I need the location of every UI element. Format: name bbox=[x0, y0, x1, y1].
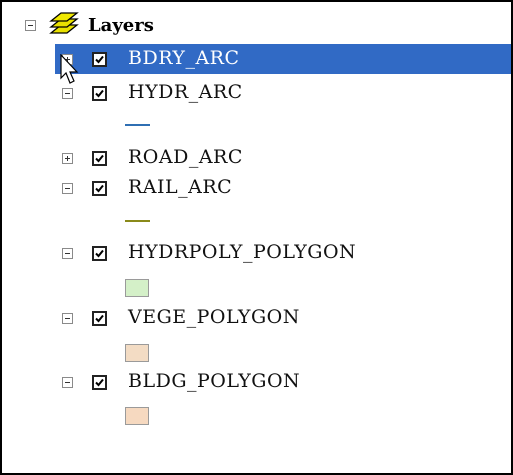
layer-row-road-arc[interactable]: ROAD_ARC bbox=[55, 143, 511, 173]
line-symbol-swatch bbox=[125, 220, 150, 222]
table-of-contents-panel: Layers BDRY_ARC HYDR_ARC ROAD_ARC RAIL_A… bbox=[0, 0, 513, 475]
visibility-checkbox[interactable] bbox=[92, 151, 107, 166]
collapse-icon[interactable] bbox=[62, 377, 73, 388]
collapse-icon[interactable] bbox=[62, 183, 73, 194]
layer-label: HYDR_ARC bbox=[128, 81, 243, 103]
layer-row-rail-arc[interactable]: RAIL_ARC bbox=[55, 173, 511, 203]
mouse-pointer-icon bbox=[60, 53, 80, 90]
line-symbol-swatch bbox=[125, 124, 150, 126]
layer-label: HYDRPOLY_POLYGON bbox=[128, 241, 357, 263]
root-label: Layers bbox=[88, 15, 154, 36]
fill-symbol-swatch bbox=[125, 344, 149, 362]
expand-icon[interactable] bbox=[62, 153, 73, 164]
layer-row-hydrpoly-polygon[interactable]: HYDRPOLY_POLYGON bbox=[55, 238, 511, 268]
layers-stack-icon bbox=[47, 11, 81, 43]
visibility-checkbox[interactable] bbox=[92, 246, 107, 261]
collapse-icon[interactable] bbox=[62, 313, 73, 324]
layer-label: RAIL_ARC bbox=[128, 176, 233, 198]
layer-row-bdry-arc[interactable]: BDRY_ARC bbox=[55, 44, 511, 74]
fill-symbol-swatch bbox=[125, 279, 149, 297]
layer-label: BLDG_POLYGON bbox=[128, 370, 301, 392]
visibility-checkbox[interactable] bbox=[92, 181, 107, 196]
layer-row-hydr-arc[interactable]: HYDR_ARC bbox=[55, 78, 511, 108]
layer-row-bldg-polygon[interactable]: BLDG_POLYGON bbox=[55, 367, 511, 397]
visibility-checkbox[interactable] bbox=[92, 375, 107, 390]
visibility-checkbox[interactable] bbox=[92, 311, 107, 326]
collapse-icon[interactable] bbox=[62, 248, 73, 259]
layer-label: BDRY_ARC bbox=[128, 47, 240, 69]
fill-symbol-swatch bbox=[125, 407, 149, 425]
visibility-checkbox[interactable] bbox=[92, 86, 107, 101]
layer-row-vege-polygon[interactable]: VEGE_POLYGON bbox=[55, 303, 511, 333]
visibility-checkbox[interactable] bbox=[92, 52, 107, 67]
layer-label: VEGE_POLYGON bbox=[128, 306, 300, 328]
layer-label: ROAD_ARC bbox=[128, 146, 243, 168]
tree-root-layers[interactable]: Layers bbox=[2, 11, 511, 41]
collapse-root-icon[interactable] bbox=[25, 20, 36, 31]
